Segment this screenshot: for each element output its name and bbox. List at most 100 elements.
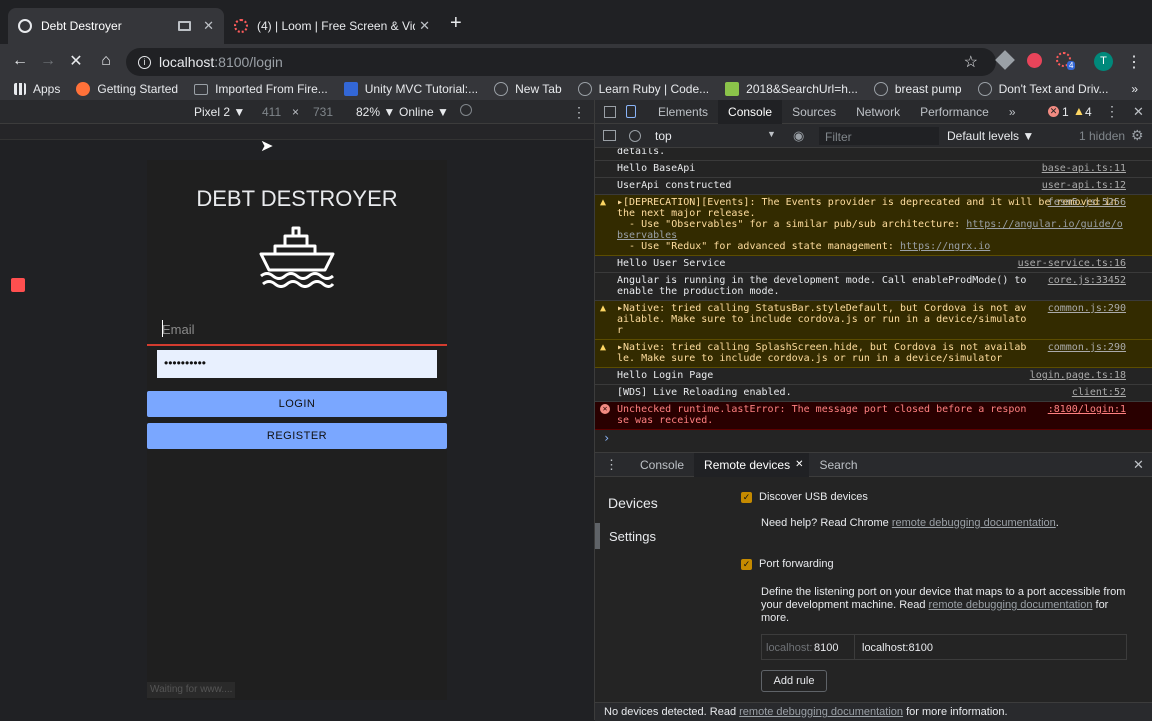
remote-debugging-link[interactable]: remote debugging documentation — [739, 706, 903, 718]
bookmark-search-url[interactable]: 2018&SearchUrl=h... — [725, 82, 858, 96]
close-tab-icon[interactable]: ✕ — [203, 18, 214, 34]
back-button[interactable]: ← — [6, 47, 34, 75]
close-drawer-icon[interactable]: ✕ — [1133, 457, 1144, 473]
register-button[interactable]: REGISTER — [147, 423, 447, 449]
address-input[interactable]: localhost:8100 — [862, 642, 933, 654]
zoom-select[interactable]: 82% ▼ — [356, 105, 395, 119]
tab-network[interactable]: Network — [846, 100, 910, 124]
console-warning[interactable]: ▲ ▸Native: tried calling StatusBar.styleD… — [595, 301, 1152, 340]
source-link[interactable]: client:52 — [1072, 387, 1126, 398]
console-message: [WDS] Live Reloading enabled. client:52 — [595, 385, 1152, 402]
drawer-tab-remote-devices[interactable]: Remote devices ✕ — [694, 452, 810, 477]
home-button[interactable]: ⌂ — [92, 47, 120, 75]
profile-avatar[interactable]: T — [1094, 52, 1113, 71]
email-field[interactable]: Email — [147, 314, 447, 346]
more-tabs-icon[interactable]: » — [999, 100, 1026, 124]
devtools-settings-icon[interactable]: ⋮ — [1105, 103, 1119, 120]
chrome-tab-icon — [18, 19, 32, 33]
bookmark-star-icon[interactable]: ☆ — [964, 52, 978, 72]
console-error[interactable]: ✕ Unchecked runtime.lastError: The messag… — [595, 402, 1152, 430]
close-tab-icon[interactable]: ✕ — [795, 459, 803, 470]
warning-count[interactable]: 4 — [1085, 105, 1092, 119]
dropbox-icon[interactable] — [995, 50, 1015, 70]
width-input[interactable]: 411 — [262, 105, 281, 119]
context-dropdown-icon[interactable]: ▼ — [767, 129, 776, 139]
devices-nav[interactable]: Devices — [608, 495, 658, 511]
network-select[interactable]: Online ▼ — [399, 105, 449, 119]
stop-loading-button[interactable]: ✕ — [62, 47, 90, 75]
loom-extension-icon[interactable]: 4 — [1056, 52, 1076, 70]
device-toggle-icon[interactable] — [626, 105, 636, 118]
rotate-icon[interactable] — [460, 104, 472, 116]
console-message: Hello BaseApi base-api.ts:11 — [595, 161, 1152, 178]
remote-debugging-link[interactable]: remote debugging documentation — [892, 517, 1056, 529]
source-link[interactable]: user-service.ts:16 — [1018, 258, 1126, 269]
source-link[interactable]: base-api.ts:11 — [1042, 163, 1126, 174]
source-link[interactable]: login.page.ts:18 — [1030, 370, 1126, 381]
console-prompt[interactable]: › — [595, 430, 1152, 444]
device-select[interactable]: Pixel 2 ▼ — [194, 105, 245, 119]
inspect-element-icon[interactable] — [604, 105, 616, 118]
console-settings-gear-icon[interactable]: ⚙ — [1131, 127, 1144, 144]
bookmark-learn-ruby[interactable]: Learn Ruby | Code... — [577, 82, 709, 96]
warning-icon: ▲ — [600, 197, 607, 208]
settings-nav[interactable]: Settings — [609, 529, 656, 544]
close-devtools-icon[interactable]: ✕ — [1133, 104, 1144, 120]
recording-indicator-icon[interactable] — [11, 278, 25, 292]
filter-input[interactable]: Filter — [819, 127, 939, 145]
forward-button[interactable]: → — [34, 47, 62, 75]
extension-icon[interactable] — [1027, 53, 1042, 68]
browser-toolbar: ← → ✕ ⌂ i localhost:8100/login ☆ 4 T ⋮ — [0, 44, 1152, 78]
context-select[interactable]: top — [655, 129, 672, 143]
drawer-tab-search[interactable]: Search — [809, 453, 867, 477]
device-viewport: ➤ DEBT DESTROYER Email •••••••••• LOGIN — [0, 138, 594, 720]
live-expression-eye-icon[interactable]: ◉ — [793, 128, 804, 144]
drawer-menu-icon[interactable]: ⋮ — [605, 457, 618, 473]
more-bookmarks-icon[interactable]: » — [1131, 82, 1138, 96]
sidebar-toggle-icon[interactable] — [603, 130, 616, 141]
tab-console[interactable]: Console — [718, 99, 783, 124]
bookmark-apps[interactable]: Apps — [14, 82, 60, 96]
console-warning[interactable]: ▲ ▸Native: tried calling SplashScreen.hid… — [595, 340, 1152, 368]
error-count[interactable]: 1 — [1062, 105, 1069, 119]
tab-elements[interactable]: Elements — [648, 100, 718, 124]
close-tab-icon[interactable]: ✕ — [419, 18, 430, 34]
height-input[interactable]: 731 — [313, 105, 333, 119]
clear-console-icon[interactable] — [629, 130, 641, 142]
source-link[interactable]: core.js:33452 — [1048, 275, 1126, 286]
tab-sources[interactable]: Sources — [782, 100, 846, 124]
address-bar[interactable]: i localhost:8100/login ☆ — [126, 48, 996, 76]
chrome-menu-icon[interactable]: ⋮ — [1126, 52, 1142, 72]
ngrx-link[interactable]: https://ngrx.io — [900, 241, 990, 252]
console-warning[interactable]: ▲ ▸[DEPRECATION][Events]: The Events prov… — [595, 195, 1152, 256]
bookmark-unity[interactable]: Unity MVC Tutorial:... — [343, 82, 478, 96]
bookmark-imported[interactable]: Imported From Fire... — [194, 82, 328, 96]
device-options-icon[interactable]: ⋮ — [572, 104, 586, 121]
add-rule-button[interactable]: Add rule — [761, 670, 827, 692]
source-link[interactable]: common.js:290 — [1048, 303, 1126, 314]
source-link[interactable]: fesm5.js:5256 — [1048, 197, 1126, 208]
tab-debt-destroyer[interactable]: Debt Destroyer ✕ — [8, 8, 224, 44]
drawer-tabs: ⋮ Console Remote devices ✕ Search ✕ — [595, 452, 1152, 477]
console-log: details. Hello BaseApi base-api.ts:11 Use… — [595, 148, 1152, 452]
new-tab-button[interactable]: + — [450, 12, 462, 35]
bookmark-getting-started[interactable]: Getting Started — [76, 82, 178, 96]
bookmark-dont-text[interactable]: Don't Text and Driv... — [977, 82, 1108, 96]
drawer-tab-console[interactable]: Console — [630, 453, 694, 477]
remote-debugging-link[interactable]: remote debugging documentation — [929, 599, 1093, 611]
bookmark-new-tab[interactable]: New Tab — [494, 82, 562, 96]
source-link[interactable]: :8100/login:1 — [1048, 404, 1126, 415]
discover-usb-checkbox[interactable]: ✓ Discover USB devices — [741, 491, 868, 503]
login-button[interactable]: LOGIN — [147, 391, 447, 417]
source-link[interactable]: user-api.ts:12 — [1042, 180, 1126, 191]
password-field[interactable]: •••••••••• — [157, 350, 437, 378]
tab-performance[interactable]: Performance — [910, 100, 999, 124]
port-forwarding-checkbox[interactable]: ✓ Port forwarding — [741, 558, 834, 570]
status-bubble: Waiting for www.... — [147, 682, 236, 698]
bookmark-breast-pump[interactable]: breast pump — [873, 82, 962, 96]
tab-cast-icon — [178, 21, 192, 31]
source-link[interactable]: common.js:290 — [1048, 342, 1126, 353]
tab-loom[interactable]: (4) | Loom | Free Screen & Video ✕ — [224, 8, 440, 44]
port-input[interactable]: 8100 — [814, 642, 838, 654]
levels-select[interactable]: Default levels ▼ — [947, 129, 1034, 143]
